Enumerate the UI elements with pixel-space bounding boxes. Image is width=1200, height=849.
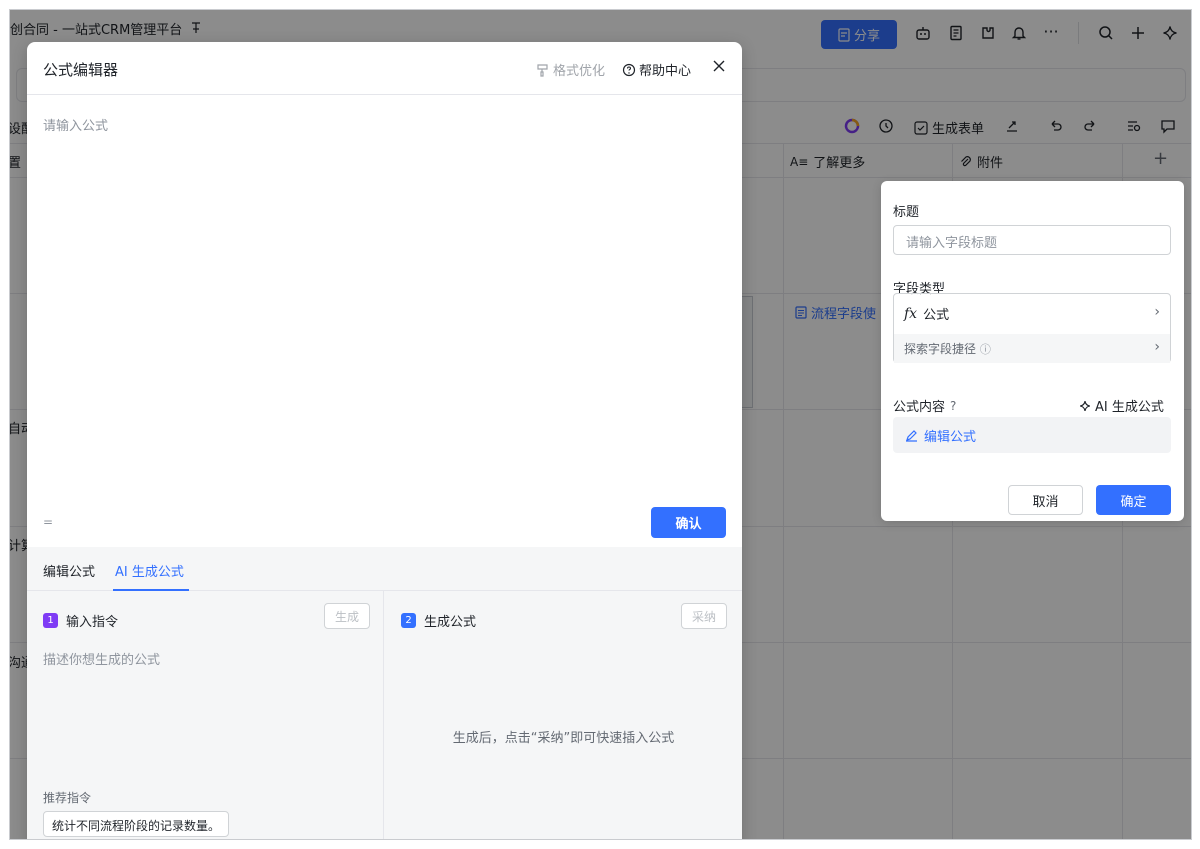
step-2-label: 生成公式 <box>424 615 477 630</box>
formula-editor-modal: 公式编辑器 格式优化 帮助中心 请输入公式 = 确认 编辑公式 AI 生成公式 <box>27 42 742 839</box>
explore-field-shortcut[interactable]: 探索字段捷径 ⓘ <box>894 334 1170 363</box>
recommended-instruction-chip[interactable]: 统计不同流程阶段的记录数量。 <box>43 811 230 837</box>
edit-formula-label: 编辑公式 <box>924 429 977 445</box>
adopt-button[interactable]: 采纳 <box>681 603 728 629</box>
close-icon[interactable] <box>709 56 729 76</box>
field-type-select[interactable]: fx 公式 › 探索字段捷径 ⓘ › <box>893 293 1171 363</box>
modal-tabs: 编辑公式 AI 生成公式 <box>27 547 742 591</box>
chevron-right-icon: › <box>1154 339 1160 355</box>
help-center-link[interactable]: 帮助中心 <box>622 60 691 79</box>
step-1-label: 输入指令 <box>66 615 119 630</box>
confirm-formula-button[interactable]: 确认 <box>651 507 726 538</box>
modal-title: 公式编辑器 <box>43 61 119 79</box>
tab-edit-formula[interactable]: 编辑公式 <box>43 561 95 580</box>
instruction-column: 1 输入指令 生成 描述你想生成的公式 推荐指令 统计不同流程阶段的记录数量。 <box>27 591 384 839</box>
explore-label: 探索字段捷径 <box>904 342 977 356</box>
field-type-value-label: 公式 <box>923 308 950 323</box>
tab-ai-generate[interactable]: AI 生成公式 <box>115 561 184 580</box>
ai-generate-label: AI 生成公式 <box>1095 400 1164 415</box>
edit-formula-button[interactable]: 编辑公式 <box>893 417 1171 453</box>
title-label: 标题 <box>893 205 920 220</box>
ai-generate-formula-button[interactable]: AI 生成公式 <box>1079 396 1164 415</box>
window-frame: 创合同 - 一站式CRM管理平台 分享 ··· 设配 生成表单 置 A≡ 了解更… <box>9 9 1192 840</box>
formula-editor[interactable]: 请输入公式 = 确认 <box>27 95 742 547</box>
field-type-value[interactable]: fx 公式 <box>904 304 950 324</box>
formula-input-placeholder: 请输入公式 <box>43 119 109 134</box>
ai-sparkle-icon <box>1080 400 1090 411</box>
generate-hint: 生成后，点击“采纳”即可快速插入公式 <box>452 731 675 746</box>
formula-fx-icon: fx <box>904 305 918 322</box>
step-1-badge: 1 <box>43 613 58 628</box>
format-optimize-label: 格式优化 <box>553 64 606 79</box>
step-input-instruction: 1 输入指令 <box>43 611 118 630</box>
format-brush-icon <box>537 63 548 77</box>
format-optimize-button[interactable]: 格式优化 <box>536 60 605 79</box>
modal-header: 公式编辑器 格式优化 帮助中心 <box>27 42 742 95</box>
chevron-right-icon: › <box>1154 304 1160 320</box>
info-icon: ⓘ <box>979 343 991 356</box>
ai-generate-panel: 1 输入指令 生成 描述你想生成的公式 推荐指令 统计不同流程阶段的记录数量。 … <box>27 591 742 839</box>
cancel-button[interactable]: 取消 <box>1008 485 1083 515</box>
result-column: 2 生成公式 采纳 生成后，点击“采纳”即可快速插入公式 <box>385 591 742 839</box>
confirm-button[interactable]: 确定 <box>1096 485 1171 515</box>
recommended-label: 推荐指令 <box>43 791 92 805</box>
field-config-panel: 标题 请输入字段标题 字段类型 fx 公式 › 探索字段捷径 ⓘ › 公式内容 … <box>881 181 1184 521</box>
step-2-badge: 2 <box>401 613 416 628</box>
generate-button[interactable]: 生成 <box>324 603 371 629</box>
step-generate-formula: 2 生成公式 <box>401 611 476 630</box>
pencil-icon <box>906 429 917 442</box>
help-center-label: 帮助中心 <box>639 64 692 79</box>
field-title-input[interactable]: 请输入字段标题 <box>893 225 1171 255</box>
help-circle-icon: ? <box>950 398 957 413</box>
result-equals: = <box>43 515 54 529</box>
help-circle-icon <box>622 63 636 76</box>
formula-content-label-text: 公式内容 <box>893 400 946 415</box>
formula-content-label: 公式内容 ? <box>893 396 957 416</box>
instruction-input[interactable]: 描述你想生成的公式 <box>43 649 160 668</box>
